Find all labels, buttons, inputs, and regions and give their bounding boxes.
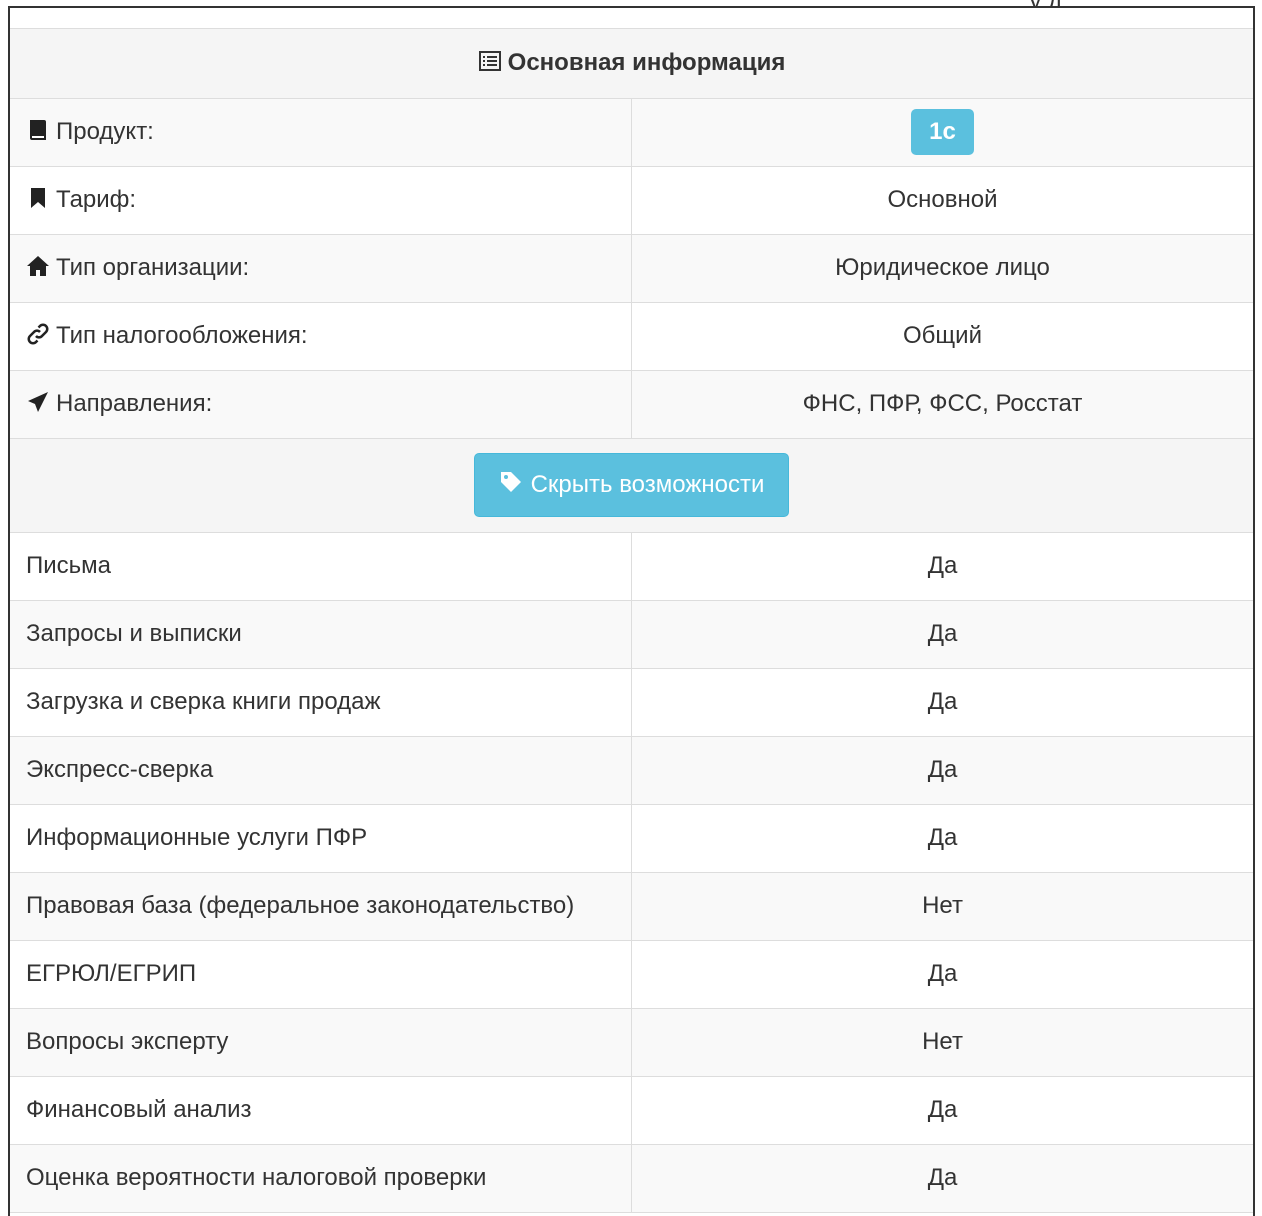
feature-row: Письма Да xyxy=(10,532,1253,601)
product-badge: 1с xyxy=(911,109,974,155)
feature-label: Вопросы эксперту xyxy=(10,1008,632,1077)
feature-value: Да xyxy=(631,532,1253,601)
info-label-cell: Тариф: xyxy=(10,166,632,235)
panel-top-strip xyxy=(10,8,1253,29)
feature-label: Финансовый анализ xyxy=(10,1076,632,1145)
toggle-row: Скрыть возможности xyxy=(10,438,1253,533)
feature-value: Да xyxy=(631,1144,1253,1213)
feature-row: Запросы и выписки Да xyxy=(10,600,1253,669)
info-value-cell: 1с xyxy=(631,98,1253,167)
book-icon xyxy=(26,118,50,142)
bookmark-icon xyxy=(26,186,50,210)
tag-icon xyxy=(499,470,525,496)
info-label-cell: Тип организации: xyxy=(10,234,632,303)
hide-features-label: Скрыть возможности xyxy=(530,471,765,498)
toggle-cell: Скрыть возможности xyxy=(10,438,1253,533)
table-header-row: Основная информация xyxy=(10,29,1253,99)
info-value: Основной xyxy=(631,166,1253,235)
feature-value: Нет xyxy=(631,872,1253,941)
table-header: Основная информация xyxy=(10,29,1253,99)
info-row-product: Продукт: 1с xyxy=(10,98,1253,167)
feature-value: Да xyxy=(631,736,1253,805)
list-icon xyxy=(478,49,502,73)
feature-value: Нет xyxy=(631,1008,1253,1077)
feature-label: Загрузка и сверка книги продаж xyxy=(10,668,632,737)
feature-value: Да xyxy=(631,668,1253,737)
info-label: Тип организации: xyxy=(56,254,250,281)
feature-label: Информационные услуги ПФР xyxy=(10,804,632,873)
feature-value: Да xyxy=(631,1076,1253,1145)
info-label: Тариф: xyxy=(56,186,137,213)
feature-row: Экспресс-сверка Да xyxy=(10,736,1253,805)
info-value: Общий xyxy=(631,302,1253,371)
info-row-org-type: Тип организации: Юридическое лицо xyxy=(10,234,1253,303)
feature-row: ЕГРЮЛ/ЕГРИП Да xyxy=(10,940,1253,1009)
feature-row: Загрузка и сверка книги продаж Да xyxy=(10,668,1253,737)
info-row-tax-type: Тип налогообложения: Общий xyxy=(10,302,1253,371)
feature-row: Вопросы эксперту Нет xyxy=(10,1008,1253,1077)
info-label-cell: Тип налогообложения: xyxy=(10,302,632,371)
info-label: Тип налогообложения: xyxy=(56,322,308,349)
feature-row: Оценка вероятности налоговой проверки Да xyxy=(10,1144,1253,1213)
info-row-tariff: Тариф: Основной xyxy=(10,166,1253,235)
info-table: Основная информация Продукт: 1с Тариф: О… xyxy=(10,29,1253,1213)
info-value: Юридическое лицо xyxy=(631,234,1253,303)
table-title: Основная информация xyxy=(507,49,786,77)
info-label: Продукт: xyxy=(56,118,154,145)
main-info-panel: Основная информация Продукт: 1с Тариф: О… xyxy=(8,6,1255,1216)
info-label: Направления: xyxy=(56,390,213,417)
feature-row: Информационные услуги ПФР Да xyxy=(10,804,1253,873)
feature-value: Да xyxy=(631,804,1253,873)
feature-label: Оценка вероятности налоговой проверки xyxy=(10,1144,632,1213)
link-icon xyxy=(26,322,50,346)
hide-features-button[interactable]: Скрыть возможности xyxy=(473,453,790,517)
feature-label: Письма xyxy=(10,532,632,601)
feature-label: Правовая база (федеральное законодательс… xyxy=(10,872,632,941)
feature-row: Правовая база (федеральное законодательс… xyxy=(10,872,1253,941)
send-icon xyxy=(26,390,50,414)
feature-label: ЕГРЮЛ/ЕГРИП xyxy=(10,940,632,1009)
info-label-cell: Направления: xyxy=(10,370,632,439)
info-value: ФНС, ПФР, ФСС, Росстат xyxy=(631,370,1253,439)
info-row-directions: Направления: ФНС, ПФР, ФСС, Росстат xyxy=(10,370,1253,439)
feature-row: Финансовый анализ Да xyxy=(10,1076,1253,1145)
feature-value: Да xyxy=(631,940,1253,1009)
feature-value: Да xyxy=(631,600,1253,669)
home-icon xyxy=(26,254,50,278)
info-label-cell: Продукт: xyxy=(10,98,632,167)
feature-label: Экспресс-сверка xyxy=(10,736,632,805)
feature-label: Запросы и выписки xyxy=(10,600,632,669)
